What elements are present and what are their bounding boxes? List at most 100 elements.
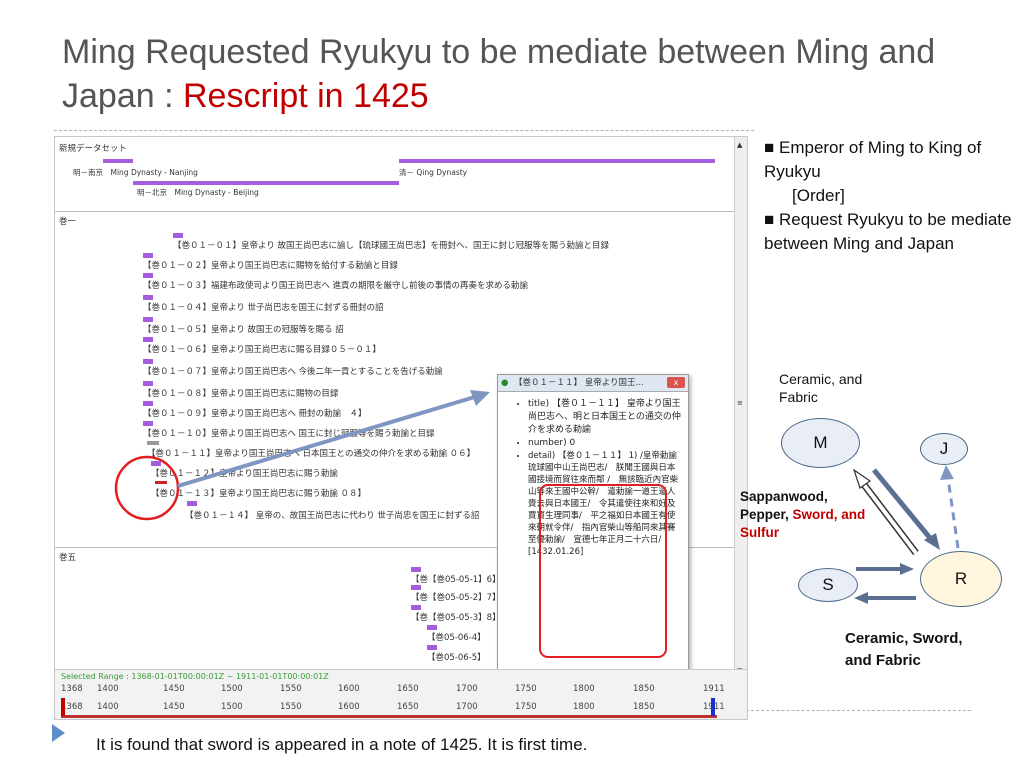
- detail-popup[interactable]: ● 【巻０１－１１】 皇帝より国王… x title) 【巻０１－１１】 皇帝よ…: [497, 374, 689, 671]
- tick-label: 1700: [456, 702, 478, 712]
- scroll-up-icon[interactable]: ▲: [737, 141, 742, 149]
- note-line-2: [Order]: [792, 186, 845, 205]
- list-item[interactable]: 【巻05-06-4】: [427, 631, 486, 643]
- tick-row: 1368 1400 1450 1500 1550 1600 1650 1700 1750 1800…: [55, 684, 747, 696]
- slide-title: Ming Requested Ryukyu to be mediate betw…: [62, 30, 1002, 118]
- entry-marker[interactable]: [411, 585, 421, 590]
- selected-range: Selected Range : 1368-01-01T00:00:01Z ~ …: [61, 672, 329, 681]
- entry-marker[interactable]: [143, 337, 153, 342]
- list-item[interactable]: 【巻０１－０２】皇帝より国王尚巴志に賜物を給付する勅諭と目録: [143, 259, 398, 271]
- entry-marker-gray[interactable]: [147, 441, 159, 445]
- tick-label: 1368: [61, 684, 83, 694]
- arrow-m-to-r: [872, 468, 932, 540]
- list-item[interactable]: 【巻０１－１２】皇帝より国王尚巴志に賜う勅諭: [151, 467, 338, 479]
- tick-label: 1800: [573, 684, 595, 694]
- entry-marker[interactable]: [143, 381, 153, 386]
- list-item[interactable]: 【巻０１－０６】皇帝より国王尚巴志に賜る目録０５－０１】: [143, 343, 381, 355]
- tick-label: 1600: [338, 702, 360, 712]
- entry-marker[interactable]: [143, 273, 153, 278]
- popup-titlebar[interactable]: ● 【巻０１－１１】 皇帝より国王… x: [498, 375, 688, 392]
- node-r: R: [920, 551, 1002, 607]
- slide-title-highlight: Rescript in 1425: [182, 77, 429, 115]
- tick-row: 1368 1400 1450 1500 1550 1600 1650 1700 1750 1800…: [55, 702, 747, 714]
- popup-app-icon: ●: [501, 378, 509, 388]
- list-item[interactable]: 【巻０１－０４】皇帝より 世子尚巴志を国王に封ずる冊封の詔: [143, 301, 384, 313]
- entry-marker[interactable]: [427, 645, 437, 650]
- dynasty-label-qing: 清－ Qing Dynasty: [399, 168, 468, 177]
- entry-marker[interactable]: [427, 625, 437, 630]
- list-item[interactable]: 【巻０１－０８】皇帝より国王尚巴志に賜物の目録: [143, 387, 338, 399]
- tick-label: 1850: [633, 702, 655, 712]
- footer-text: It is found that sword is appeared in a …: [96, 735, 588, 754]
- timeline-axis[interactable]: Selected Range : 1368-01-01T00:00:01Z ~ …: [55, 669, 747, 719]
- list-item[interactable]: 【巻【巻05-05-2】7】: [411, 591, 501, 603]
- tick-label: 1500: [221, 702, 243, 712]
- tick-label: 1650: [397, 702, 419, 712]
- list-item[interactable]: 【巻05-06-5】: [427, 651, 486, 663]
- range-handle-start[interactable]: [61, 698, 65, 716]
- entry-marker[interactable]: [187, 501, 197, 506]
- arrow-s-to-r-head: [900, 563, 914, 575]
- label-left-goods: Sappanwood, Pepper, Sword, and Sulfur: [740, 488, 866, 542]
- dynasty-label-nanjing: 明－南京 Ming Dynasty - Nanjing: [73, 168, 198, 177]
- tick-label: 1400: [97, 684, 119, 694]
- entry-marker[interactable]: [143, 253, 153, 258]
- note-line-1: ■ Emperor of Ming to King of Ryukyu: [764, 138, 982, 181]
- list-item[interactable]: 【巻０１－０５】皇帝より 故国王の冠服等を賜る 詔: [143, 323, 344, 335]
- range-handle-end[interactable]: [711, 698, 715, 716]
- list-item-highlighted[interactable]: 【巻０１－１３】皇帝より国王尚巴志に賜う勅諭 ０８】: [151, 487, 366, 499]
- list-item[interactable]: 【巻０１－１０】皇帝より国王尚巴志へ 国王に封じ冠服等を賜う勅諭と目録: [143, 427, 435, 439]
- entry-marker[interactable]: [411, 605, 421, 610]
- popup-field-title: title) 【巻０１－１１】 皇帝より国王尚巴志へ、明と日本国王との通交の仲介…: [528, 398, 682, 437]
- top-divider: [54, 130, 754, 131]
- label-bottom-goods: Ceramic, Sword, and Fabric: [845, 630, 963, 669]
- list-item[interactable]: 【巻０１－０３】福建布政使司より国王尚巴志へ 進貢の期限を厳守し前後の事情の再奏…: [143, 279, 528, 291]
- entry-marker[interactable]: [143, 421, 153, 426]
- list-item[interactable]: 【巻【巻05-05-1】6】: [411, 573, 501, 585]
- entry-marker[interactable]: [151, 461, 161, 466]
- entry-marker[interactable]: [173, 233, 183, 238]
- tick-label: 1450: [163, 702, 185, 712]
- dynasty-bar-beijing: [133, 181, 399, 185]
- close-icon[interactable]: x: [667, 377, 685, 388]
- entry-marker[interactable]: [411, 567, 421, 572]
- vertical-scrollbar[interactable]: ▲ ≡ ▼: [734, 137, 747, 677]
- tick-label: 1700: [456, 684, 478, 694]
- popup-field-number: number) 0: [528, 437, 682, 450]
- arrow-r-to-m-outline: [859, 479, 919, 556]
- note-line-3: ■ Request Ryukyu to be mediate between M…: [764, 210, 1012, 253]
- list-item[interactable]: 【巻０１－０９】皇帝より国王尚巴志へ 冊封の勅諭 ４】: [143, 407, 367, 419]
- section-label-5: 巻五: [59, 553, 77, 563]
- tick-label: 1500: [221, 684, 243, 694]
- arrow-r-to-m-head: [852, 468, 872, 489]
- arrow-m-to-r-head: [924, 533, 940, 550]
- dynasty-label-beijing: 明－北京 Ming Dynasty - Beijing: [137, 188, 259, 197]
- label-top-goods: Ceramic, and Fabric: [779, 371, 863, 405]
- tick-label: 1400: [97, 702, 119, 712]
- bottom-divider: [746, 710, 971, 711]
- entry-marker[interactable]: [143, 317, 153, 322]
- entry-marker-red[interactable]: [155, 481, 167, 484]
- notes-text: ■ Emperor of Ming to King of Ryukyu [Ord…: [764, 136, 1019, 256]
- tick-label: 1750: [515, 702, 537, 712]
- node-s: S: [798, 568, 858, 602]
- tick-label: 1450: [163, 684, 185, 694]
- node-m: M: [781, 418, 860, 468]
- entry-marker[interactable]: [143, 295, 153, 300]
- tick-label: 1600: [338, 684, 360, 694]
- arrow-r-to-j: [946, 477, 960, 549]
- popup-title: 【巻０１－１１】 皇帝より国王…: [514, 378, 645, 388]
- entry-marker[interactable]: [143, 359, 153, 364]
- tick-label: 1911: [703, 684, 725, 694]
- list-item[interactable]: 【巻０１－１４】 皇帝の、故国王尚巴志に代わり 世子尚忠を国王に封ずる詔: [185, 509, 479, 521]
- range-slider-track[interactable]: [61, 715, 717, 718]
- list-item[interactable]: 【巻０１－１１】皇帝より国王尚巴志へ 日本国王との通交の仲介を求める勅諭 ０６】: [147, 447, 475, 459]
- dataset-label: 新規データセット: [59, 144, 128, 154]
- arrow-r-to-j-head: [940, 465, 954, 480]
- scroll-thumb-icon[interactable]: ≡: [737, 399, 743, 407]
- list-item[interactable]: 【巻【巻05-05-3】8】: [411, 611, 501, 623]
- list-item[interactable]: 【巻０１－０７】皇帝より国王尚巴志へ 今後二年一貢とすることを告げる勅諭: [143, 365, 443, 377]
- entry-marker[interactable]: [143, 401, 153, 406]
- list-item[interactable]: 【巻０１－０１】皇帝より 故国王尚巴志に諭し【琉球國王尚巴志】を冊封へ、国王に封…: [173, 239, 609, 251]
- arrow-r-to-m: [860, 480, 918, 555]
